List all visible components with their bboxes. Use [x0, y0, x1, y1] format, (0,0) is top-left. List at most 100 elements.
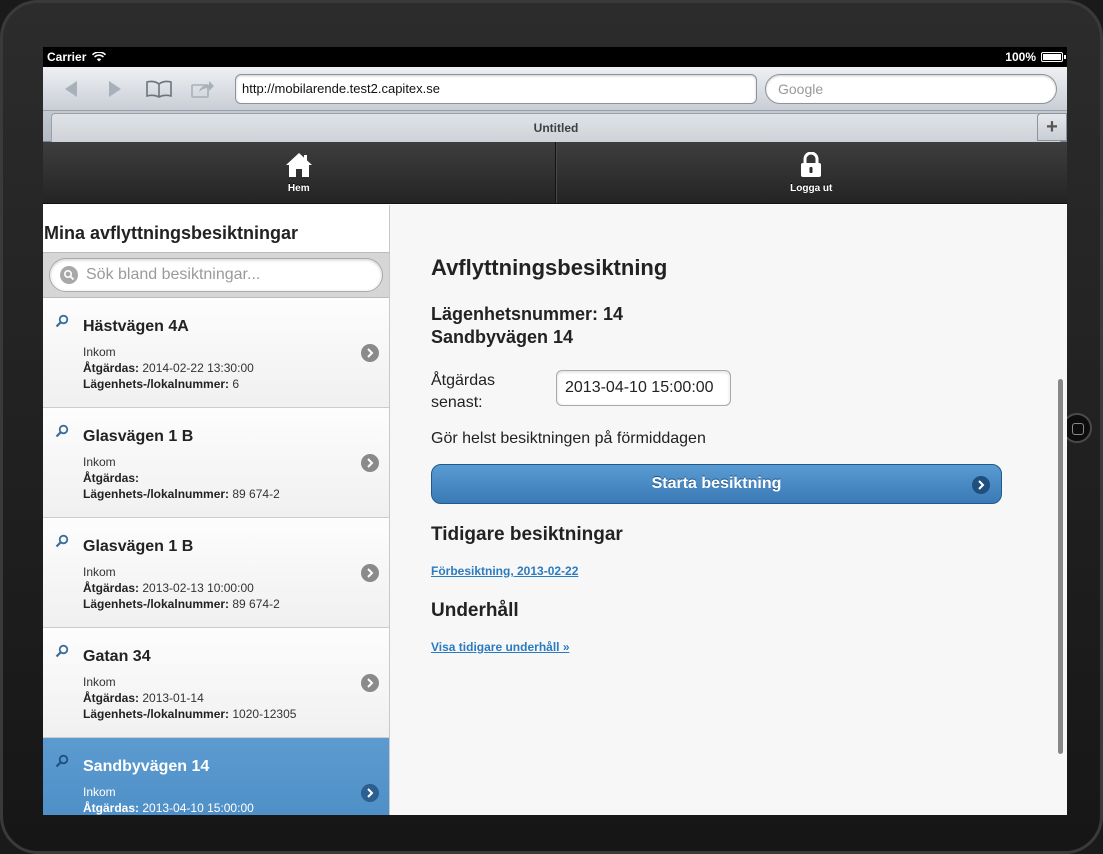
tab-untitled[interactable]: Untitled	[51, 113, 1061, 142]
share-button[interactable]	[181, 73, 225, 105]
tab-title: Untitled	[533, 121, 579, 135]
list-item-title: Gatan 34	[83, 648, 151, 665]
due-label: Åtgärdas senast:	[431, 370, 556, 414]
list-item-due-label: Åtgärdas:	[83, 801, 140, 815]
list-item-title: Sandbyvägen 14	[83, 758, 210, 775]
chevron-right-icon	[361, 784, 379, 802]
nav-logout-label: Logga ut	[790, 182, 833, 194]
list-item[interactable]: Hästvägen 4A Inkom Åtgärdas: 2014-02-22 …	[43, 298, 389, 408]
battery-percent: 100%	[1005, 50, 1036, 64]
scrollbar[interactable]	[1058, 379, 1063, 754]
lock-icon	[801, 151, 822, 177]
list-item-unit: 89 674-2	[232, 597, 280, 611]
book-icon	[146, 80, 172, 98]
share-icon	[191, 80, 214, 98]
nav-home[interactable]: Hem	[43, 142, 555, 203]
start-inspection-label: Starta besiktning	[651, 475, 782, 492]
magnifier-icon	[55, 424, 69, 438]
search-box	[49, 258, 383, 292]
browser-toolbar: http://mobilarende.test2.capitex.se Goog…	[43, 67, 1067, 111]
list-item-status: Inkom	[83, 565, 116, 579]
list-item-status: Inkom	[83, 675, 116, 689]
detail-panel: Avflyttningsbesiktning Lägenhetsnummer: …	[390, 205, 1067, 815]
content-area: Mina avflyttningsbesiktningar Hästvägen …	[43, 205, 1067, 815]
plus-icon: +	[1046, 115, 1058, 138]
home-icon	[285, 152, 312, 177]
list-item-unit-label: Lägenhets-/lokalnummer:	[83, 597, 230, 611]
list-item-due: 2013-02-13 10:00:00	[142, 581, 254, 595]
app-navbar: Hem Logga ut	[43, 142, 1067, 204]
search-wrapper	[43, 252, 389, 298]
list-item-unit: 89 674-2	[232, 487, 280, 501]
show-maintenance-link[interactable]: Visa tidigare underhåll »	[431, 640, 570, 654]
list-item-due: 2013-04-10 15:00:00	[142, 801, 254, 815]
list-item-title: Glasvägen 1 B	[83, 428, 194, 445]
list-item-due-label: Åtgärdas:	[83, 361, 140, 375]
due-row: Åtgärdas senast: 2013-04-10 15:00:00	[431, 370, 1027, 414]
list-item-unit: 1020-12305	[232, 707, 297, 721]
carrier-label: Carrier	[47, 50, 87, 64]
list-item-due: 2013-01-14	[142, 691, 204, 705]
magnifier-icon	[55, 754, 69, 768]
list-item-due-label: Åtgärdas:	[83, 691, 140, 705]
screen: Carrier 100% http://mobilarende.test2.ca…	[43, 47, 1067, 815]
due-label-line2: senast:	[431, 394, 483, 411]
chevron-right-icon	[361, 454, 379, 472]
previous-inspections-heading: Tidigare besiktningar	[431, 524, 623, 545]
chevron-right-icon	[361, 344, 379, 362]
chevron-right-icon	[361, 564, 379, 582]
due-date-field[interactable]: 2013-04-10 15:00:00	[556, 370, 731, 406]
inspection-note: Gör helst besiktningen på förmiddagen	[431, 430, 706, 447]
back-arrow-icon	[65, 80, 77, 97]
nav-logout[interactable]: Logga ut	[554, 142, 1068, 203]
wifi-icon	[92, 52, 107, 62]
list-item-status: Inkom	[83, 785, 116, 799]
start-inspection-button[interactable]: Starta besiktning	[431, 464, 1002, 504]
sidebar: Mina avflyttningsbesiktningar Hästvägen …	[43, 205, 390, 815]
status-bar: Carrier 100%	[43, 47, 1067, 67]
list-item[interactable]: Glasvägen 1 B Inkom Åtgärdas: 2013-02-13…	[43, 518, 389, 628]
sidebar-title: Mina avflyttningsbesiktningar	[43, 205, 389, 252]
list-item[interactable]: Glasvägen 1 B Inkom Åtgärdas: Lägenhets-…	[43, 408, 389, 518]
magnifier-icon	[55, 534, 69, 548]
list-item-unit-label: Lägenhets-/lokalnummer:	[83, 487, 230, 501]
list-item-status: Inkom	[83, 345, 116, 359]
forward-button[interactable]	[93, 73, 137, 105]
address: Sandbyvägen 14	[431, 327, 574, 347]
list-item-unit-label: Lägenhets-/lokalnummer:	[83, 377, 230, 391]
list-item-unit: 6	[232, 377, 240, 391]
search-input[interactable]	[86, 266, 346, 284]
magnifier-icon	[55, 644, 69, 658]
forward-arrow-icon	[109, 80, 121, 97]
chevron-right-icon	[972, 476, 990, 494]
list-item-title: Glasvägen 1 B	[83, 538, 194, 555]
list-item-due-label: Åtgärdas:	[83, 581, 140, 595]
browser-search-placeholder: Google	[778, 80, 824, 97]
due-date-value: 2013-04-10 15:00:00	[565, 379, 714, 396]
tab-strip: Untitled +	[43, 111, 1067, 142]
apartment-number: Lägenhetsnummer: 14	[431, 304, 624, 324]
list-item-due: 2014-02-22 13:30:00	[142, 361, 254, 375]
maintenance-heading: Underhåll	[431, 600, 519, 621]
nav-home-label: Hem	[287, 182, 310, 194]
chevron-right-icon	[361, 674, 379, 692]
list-item-title: Hästvägen 4A	[83, 318, 189, 335]
list-item-due-label: Åtgärdas:	[83, 471, 140, 485]
magnifier-icon	[55, 314, 69, 328]
search-icon	[60, 266, 78, 284]
due-label-line1: Åtgärdas	[431, 372, 496, 389]
previous-inspection-link[interactable]: Förbesiktning, 2013-02-22	[431, 564, 578, 578]
bookmarks-button[interactable]	[137, 73, 181, 105]
new-tab-button[interactable]: +	[1037, 113, 1067, 141]
ipad-frame: Carrier 100% http://mobilarende.test2.ca…	[0, 0, 1103, 854]
list-item-unit-label: Lägenhets-/lokalnummer:	[83, 707, 230, 721]
list-item-status: Inkom	[83, 455, 116, 469]
url-text: http://mobilarende.test2.capitex.se	[242, 81, 441, 96]
browser-search-field[interactable]: Google	[765, 73, 1057, 104]
list-item[interactable]: Gatan 34 Inkom Åtgärdas: 2013-01-14 Läge…	[43, 628, 389, 738]
back-button[interactable]	[49, 73, 93, 105]
url-field[interactable]: http://mobilarende.test2.capitex.se	[235, 73, 757, 104]
page-title: Avflyttningsbesiktning	[431, 255, 668, 280]
list-item-active[interactable]: Sandbyvägen 14 Inkom Åtgärdas: 2013-04-1…	[43, 738, 389, 815]
battery-icon	[1041, 52, 1066, 62]
